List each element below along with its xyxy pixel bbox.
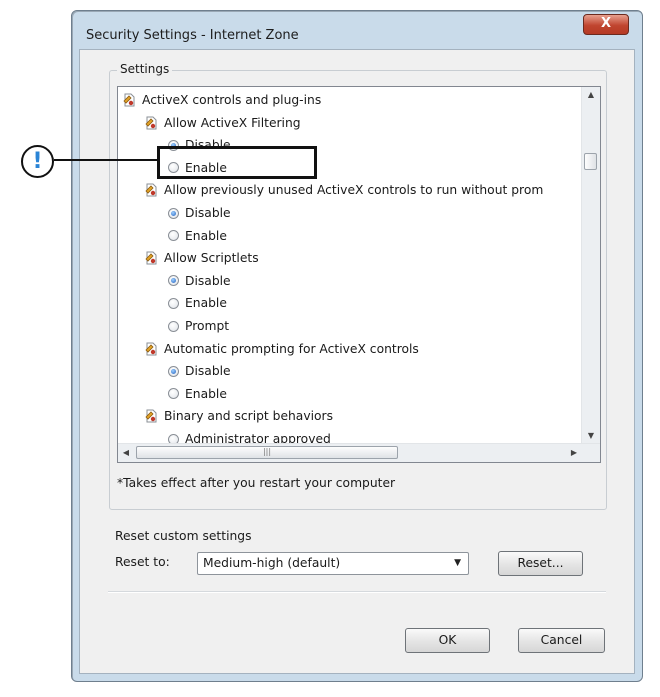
title-bar[interactable]: Security Settings - Internet Zone X <box>72 11 642 49</box>
setting-label: Administrator approved <box>185 432 331 444</box>
restart-footnote: *Takes effect after you restart your com… <box>117 476 396 490</box>
setting-label: Disable <box>185 273 231 288</box>
callout-line <box>54 159 158 161</box>
radio-button[interactable] <box>168 297 179 309</box>
radio-button[interactable] <box>168 275 179 287</box>
setting-label: Binary and script behaviors <box>164 409 334 424</box>
setting-option[interactable]: Disable <box>168 360 231 382</box>
radio-button[interactable] <box>168 320 179 332</box>
cancel-button[interactable]: Cancel <box>518 628 605 653</box>
radio-button[interactable] <box>168 207 179 219</box>
warning-callout-icon: ! <box>21 145 54 178</box>
scroll-up-arrow-icon[interactable]: ▲ <box>582 87 600 103</box>
setting-item: Allow previously unused ActiveX controls… <box>144 179 543 201</box>
settings-group: Settings ActiveX controls and plug-ins Al… <box>109 62 607 510</box>
setting-label: Enable <box>185 296 227 311</box>
settings-category: ActiveX controls and plug-ins <box>122 89 321 111</box>
settings-page-icon <box>144 342 158 356</box>
horizontal-scroll-thumb[interactable]: ||| <box>136 446 398 459</box>
setting-label: Enable <box>185 228 227 243</box>
settings-page-icon <box>144 183 158 197</box>
vertical-scroll-thumb[interactable] <box>584 153 597 170</box>
reset-button[interactable]: Reset... <box>498 551 583 576</box>
setting-option[interactable]: Disable <box>168 202 231 224</box>
setting-item: Allow Scriptlets <box>144 247 259 269</box>
setting-label: Allow ActiveX Filtering <box>164 115 301 130</box>
horizontal-scrollbar[interactable]: ◀ ||| ▶ <box>118 443 600 462</box>
setting-label: Disable <box>185 206 231 220</box>
setting-label: Allow previously unused ActiveX controls… <box>164 183 544 198</box>
radio-button[interactable] <box>168 365 179 377</box>
settings-page-icon <box>122 93 136 107</box>
callout-highlight-box <box>157 146 317 179</box>
setting-item: Automatic prompting for ActiveX controls <box>144 338 419 360</box>
security-settings-dialog: Security Settings - Internet Zone X Sett… <box>71 10 643 682</box>
setting-label: Prompt <box>185 319 230 333</box>
setting-label: Enable <box>185 386 227 401</box>
setting-option[interactable]: Enable <box>168 383 227 405</box>
reset-level-dropdown[interactable]: Medium-high (default) ▼ <box>197 552 469 575</box>
setting-option[interactable]: Administrator approved <box>168 428 331 444</box>
ok-button[interactable]: OK <box>405 628 490 653</box>
settings-page-icon <box>144 116 158 130</box>
scroll-right-arrow-icon[interactable]: ▶ <box>566 444 582 462</box>
settings-list[interactable]: ActiveX controls and plug-ins Allow Activ… <box>117 86 601 463</box>
dropdown-arrow-icon[interactable]: ▼ <box>454 553 461 574</box>
setting-label: ActiveX controls and plug-ins <box>142 93 322 107</box>
setting-option[interactable]: Enable <box>168 225 227 247</box>
setting-option[interactable]: Disable <box>168 270 231 292</box>
close-button[interactable]: X <box>583 14 629 35</box>
setting-label: Disable <box>185 364 231 379</box>
reset-section-title: Reset custom settings <box>115 529 252 543</box>
vertical-scrollbar[interactable]: ▲ ▼ <box>581 87 600 444</box>
reset-to-label: Reset to: <box>115 555 170 569</box>
window-title: Security Settings - Internet Zone <box>86 28 299 43</box>
settings-rows: ActiveX controls and plug-ins Allow Activ… <box>118 87 582 444</box>
setting-label: Automatic prompting for ActiveX controls <box>164 341 419 356</box>
separator <box>108 591 606 593</box>
radio-button[interactable] <box>168 230 179 242</box>
setting-item: Binary and script behaviors <box>144 405 333 427</box>
setting-option[interactable]: Enable <box>168 292 227 314</box>
setting-item: Allow ActiveX Filtering <box>144 112 301 134</box>
settings-page-icon <box>144 409 158 423</box>
dialog-body: Settings ActiveX controls and plug-ins Al… <box>79 49 635 674</box>
radio-button[interactable] <box>168 388 179 400</box>
setting-label: Allow Scriptlets <box>164 251 259 266</box>
scroll-left-arrow-icon[interactable]: ◀ <box>118 444 134 462</box>
reset-level-value: Medium-high (default) <box>203 556 341 570</box>
settings-group-title: Settings <box>117 62 173 76</box>
setting-option[interactable]: Prompt <box>168 315 229 337</box>
scroll-down-arrow-icon[interactable]: ▼ <box>582 428 600 444</box>
settings-page-icon <box>144 251 158 265</box>
